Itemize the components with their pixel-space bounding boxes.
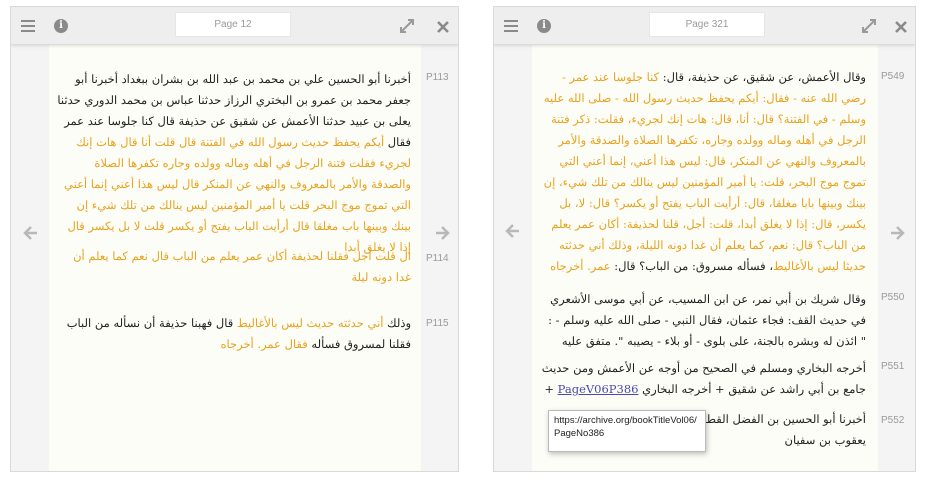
highlighted-text: أيكم يحفظ حديث رسول الله في الفتنة قال ق… <box>64 135 411 254</box>
page-link[interactable]: PageV06P386 <box>558 382 639 396</box>
arrow-right-icon[interactable] <box>432 223 452 243</box>
highlighted-text: كنا جلوسا عند عمر - رضي الله عنه - فقال:… <box>543 70 866 273</box>
arrow-right-icon[interactable] <box>887 223 907 243</box>
close-icon[interactable] <box>894 19 908 33</box>
highlighted-text: عمر. أخرجاه <box>550 259 611 273</box>
paragraph-p549: وقال الأعمش، عن شقيق، عن حذيفة، قال: كنا… <box>540 67 866 277</box>
close-icon[interactable] <box>436 19 450 33</box>
info-icon[interactable]: i <box>537 19 551 33</box>
highlighted-text: أني حدثته حديث ليس بالأغاليط <box>236 316 384 330</box>
right-toolbar: i Page 321 <box>494 7 915 45</box>
right-ref-strip: P549 P550 P551 P552 <box>878 45 915 471</box>
right-page-content: وقال الأعمش، عن شقيق، عن حذيفة، قال: كنا… <box>532 45 878 471</box>
expand-icon[interactable] <box>861 18 877 34</box>
page-ref-p550[interactable]: P550 <box>881 292 904 303</box>
highlighted-text: فقال عمر. أخرجاه <box>220 337 308 351</box>
highlighted-text: ال قلت أجل فقلنا لحذيفة أكان عمر يعلم من… <box>73 249 411 284</box>
link-tooltip: https://archive.org/bookTitleVol06/PageN… <box>548 410 706 452</box>
info-icon[interactable]: i <box>54 19 68 33</box>
right-side-strip <box>494 45 532 471</box>
plain-text: + <box>544 382 558 396</box>
paragraph-p551: أخرجه البخاري ومسلم في الصحيح من أوجه عن… <box>540 358 866 400</box>
expand-icon[interactable] <box>399 18 415 34</box>
paragraph-p113: أخبرنا أبو الحسين علي بن محمد بن عبد الل… <box>57 69 411 258</box>
page-ref-p113[interactable]: P113 <box>426 72 449 83</box>
paragraph-p115: وذلك أني حدثته حديث ليس بالأغاليط قال فه… <box>57 313 411 355</box>
right-reader-panel: i Page 321 وقال الأعمش، عن شقيق، عن حذيف… <box>493 6 916 472</box>
paragraph-p114: ال قلت أجل فقلنا لحذيفة أكان عمر يعلم من… <box>57 246 411 288</box>
plain-text: وذلك <box>383 316 411 330</box>
paragraph-p550: وقال شريك بن أبي نمر، عن ابن المسيب، عن … <box>540 289 866 352</box>
page-ref-p552[interactable]: P552 <box>881 415 904 426</box>
left-ref-strip: P113 P114 P115 <box>421 45 458 471</box>
left-side-strip <box>11 45 49 471</box>
plain-text: وقال شريك بن أبي نمر، عن ابن المسيب، عن … <box>548 292 866 348</box>
left-reader-panel: i Page 12 أخبرنا أبو الحسين علي بن محمد … <box>10 6 459 472</box>
left-page-content: أخبرنا أبو الحسين علي بن محمد بن عبد الل… <box>49 45 421 471</box>
left-toolbar: i Page 12 <box>11 7 458 45</box>
page-number-box[interactable]: Page 321 <box>649 12 765 37</box>
page-ref-p551[interactable]: P551 <box>881 361 904 372</box>
arrow-left-icon[interactable] <box>21 223 41 243</box>
plain-text: وقال الأعمش، عن شقيق، عن حذيفة، قال: <box>659 70 866 84</box>
page-number-box[interactable]: Page 12 <box>175 12 291 37</box>
page-ref-p549[interactable]: P549 <box>881 71 904 82</box>
page-ref-p114[interactable]: P114 <box>426 253 449 264</box>
menu-icon[interactable] <box>20 18 36 34</box>
page-ref-p115[interactable]: P115 <box>426 318 449 329</box>
arrow-left-icon[interactable] <box>503 221 523 241</box>
plain-text: ، فسأله مسروق: من الباب؟ قال: <box>610 259 774 273</box>
menu-icon[interactable] <box>503 18 519 34</box>
